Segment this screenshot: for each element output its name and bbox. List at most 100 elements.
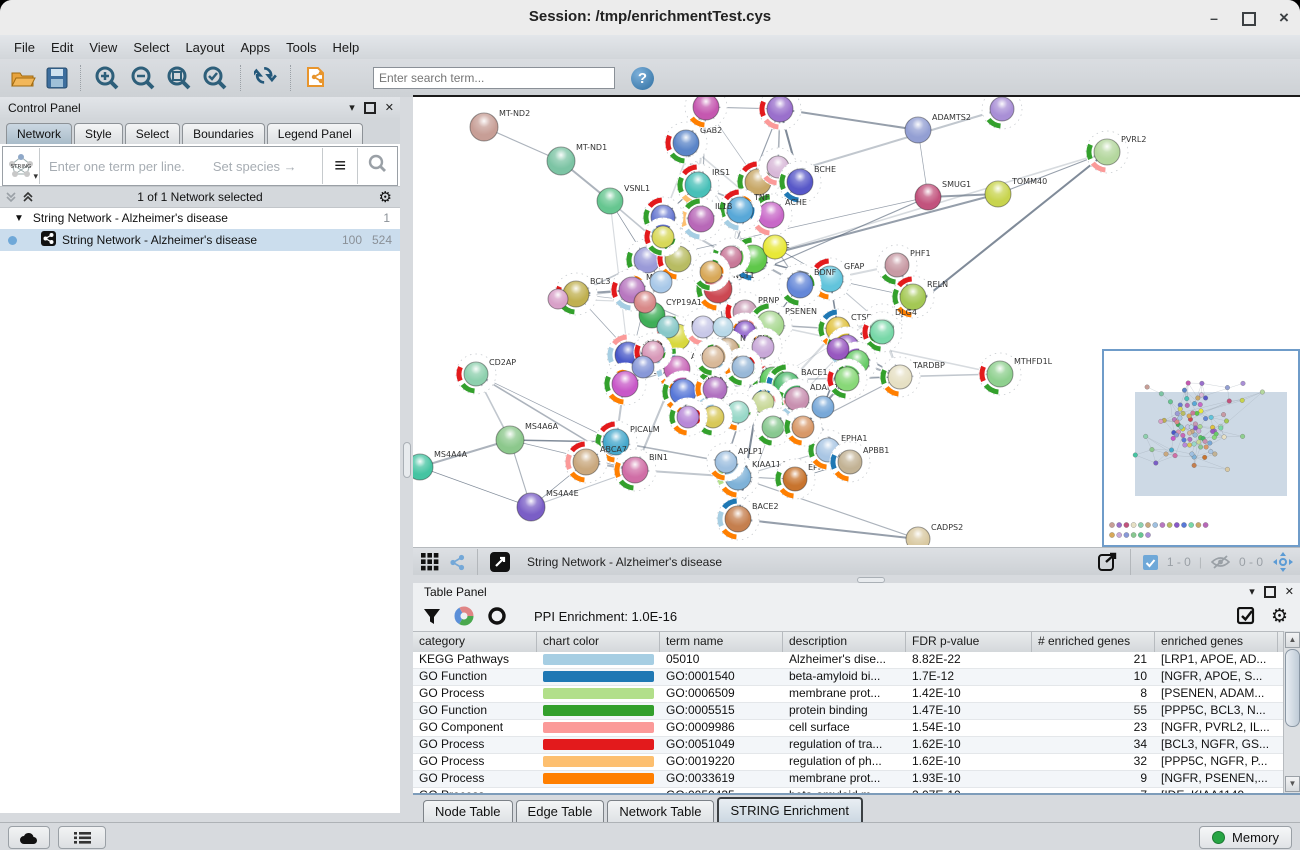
zoom-selected-icon[interactable]: [202, 65, 228, 91]
protein-node-ms4a4a[interactable]: MS4A4A: [413, 450, 468, 480]
column-header-category[interactable]: category: [413, 632, 537, 652]
import-network-icon[interactable]: [304, 65, 330, 91]
close-button[interactable]: ×: [1275, 9, 1293, 27]
open-session-icon[interactable]: [10, 67, 36, 89]
tab-legend-panel[interactable]: Legend Panel: [267, 123, 363, 144]
close-panel-icon[interactable]: ✕: [1285, 583, 1294, 601]
protein-node[interactable]: [632, 356, 654, 378]
tab-boundaries[interactable]: Boundaries: [182, 123, 265, 144]
menu-layout[interactable]: Layout: [177, 38, 232, 57]
float-panel-icon[interactable]: ▾: [349, 97, 355, 119]
zoom-out-icon[interactable]: [130, 65, 156, 91]
protein-node[interactable]: [812, 396, 834, 418]
network-edge[interactable]: [420, 467, 531, 507]
network-edge[interactable]: [738, 519, 918, 539]
float-panel-icon[interactable]: ▾: [1249, 583, 1255, 601]
select-columns-icon[interactable]: [1237, 607, 1256, 626]
enrichment-row[interactable]: GO ProcessGO:0006509membrane prot...1.42…: [413, 686, 1284, 703]
protein-node-mt-nd2[interactable]: MT-ND2: [470, 109, 530, 141]
donut-chart-icon[interactable]: [454, 606, 474, 626]
network-edge[interactable]: [476, 374, 616, 442]
network-options-gear-icon[interactable]: ⚙: [379, 188, 392, 206]
birds-eye-view[interactable]: [1102, 349, 1300, 547]
menu-view[interactable]: View: [81, 38, 125, 57]
ring-chart-icon[interactable]: [487, 606, 507, 626]
open-in-string-icon[interactable]: [490, 552, 510, 572]
enrichment-row[interactable]: GO ProcessGO:0050435beta-amyloid m...2.0…: [413, 788, 1284, 793]
string-protein-query-icon[interactable]: STRING ▾: [3, 148, 40, 184]
enrichment-row[interactable]: GO ComponentGO:0009986cell surface1.54E-…: [413, 720, 1284, 737]
enrichment-row[interactable]: GO ProcessGO:0051049regulation of tra...…: [413, 737, 1284, 754]
protein-node-ms4a4e[interactable]: MS4A4E: [517, 489, 579, 521]
restore-panel-icon[interactable]: [364, 102, 376, 114]
task-history-button[interactable]: [58, 826, 106, 849]
protein-node[interactable]: [634, 291, 656, 313]
table-scrollbar[interactable]: ▲ ▼: [1283, 631, 1300, 793]
grid-view-icon[interactable]: [421, 553, 439, 571]
protein-node-mthfd1l[interactable]: MTHFD1L: [976, 350, 1052, 397]
minimize-button[interactable]: –: [1205, 9, 1223, 27]
protein-node[interactable]: [827, 338, 849, 360]
tab-select[interactable]: Select: [125, 123, 180, 144]
refresh-icon[interactable]: [254, 66, 278, 90]
tab-edge-table[interactable]: Edge Table: [516, 800, 605, 822]
menu-apps[interactable]: Apps: [233, 38, 279, 57]
protein-node-cd2ap[interactable]: CD2AP: [454, 352, 517, 397]
help-icon[interactable]: ?: [631, 67, 654, 90]
memory-button[interactable]: Memory: [1199, 826, 1292, 849]
tab-network[interactable]: Network: [6, 123, 72, 144]
network-row-selected[interactable]: String Network - Alzheimer's disease 100…: [0, 229, 400, 251]
network-view-canvas[interactable]: MT-ND2MT-ND1VSNL1GAB2ADAMTS2PVRL2TOMM40S…: [413, 95, 1300, 547]
scrollbar-thumb[interactable]: [1285, 649, 1300, 727]
protein-node[interactable]: [650, 271, 672, 293]
protein-node[interactable]: [982, 97, 1022, 129]
column-header-chart-color[interactable]: chart color: [537, 632, 660, 652]
search-input[interactable]: [373, 67, 615, 89]
restore-panel-icon[interactable]: [1264, 586, 1276, 598]
network-collection-row[interactable]: ▼ String Network - Alzheimer's disease 1: [0, 207, 400, 229]
menu-select[interactable]: Select: [125, 38, 177, 57]
scroll-up-icon[interactable]: ▲: [1285, 632, 1300, 648]
tab-style[interactable]: Style: [74, 123, 123, 144]
menu-tools[interactable]: Tools: [278, 38, 324, 57]
selected-checkbox-icon[interactable]: [1143, 555, 1158, 570]
share-network-icon[interactable]: [449, 554, 466, 571]
panel-divider[interactable]: [400, 97, 413, 813]
enrichment-row[interactable]: GO ProcessGO:0033619membrane prot...1.93…: [413, 771, 1284, 788]
protein-node-cadps2[interactable]: CADPS2: [906, 523, 963, 545]
divider-grip[interactable]: [403, 442, 411, 478]
horizontal-splitter[interactable]: [413, 575, 1300, 583]
protein-node[interactable]: [756, 97, 803, 133]
close-panel-icon[interactable]: ✕: [385, 97, 394, 119]
query-options-icon[interactable]: ≡: [323, 155, 357, 178]
tab-network-table[interactable]: Network Table: [607, 800, 713, 822]
protein-node-bace2[interactable]: BACE2: [713, 494, 779, 545]
protein-node-tardbp[interactable]: TARDBP: [878, 355, 945, 400]
settings-gear-icon[interactable]: ⚙: [1271, 605, 1288, 628]
scroll-down-icon[interactable]: ▼: [1285, 776, 1300, 792]
cloud-status-button[interactable]: [8, 826, 50, 849]
protein-node-tomm40[interactable]: TOMM40: [985, 177, 1047, 207]
enrichment-row[interactable]: GO FunctionGO:0001540beta-amyloid bi...1…: [413, 669, 1284, 686]
protein-node-pvrl2[interactable]: PVRL2: [1083, 128, 1146, 175]
enrichment-row[interactable]: KEGG Pathways05010Alzheimer's dise...8.8…: [413, 652, 1284, 669]
maximize-button[interactable]: [1240, 9, 1258, 27]
filter-icon[interactable]: [423, 608, 441, 625]
protein-node[interactable]: [763, 235, 787, 259]
column-header-enriched-genes[interactable]: enriched genes: [1155, 632, 1278, 652]
menu-edit[interactable]: Edit: [43, 38, 81, 57]
protein-node-vsnl1[interactable]: VSNL1: [597, 184, 650, 214]
search-icon[interactable]: [358, 154, 397, 178]
save-session-icon[interactable]: [46, 67, 68, 89]
enrichment-row[interactable]: GO ProcessGO:0019220regulation of ph...1…: [413, 754, 1284, 771]
protein-node[interactable]: [548, 289, 568, 309]
zoom-fit-icon[interactable]: [166, 65, 192, 91]
protein-node[interactable]: [694, 338, 732, 376]
export-network-icon[interactable]: [1097, 551, 1119, 573]
tab-node-table[interactable]: Node Table: [423, 800, 513, 822]
birds-eye-toggle-icon[interactable]: [1272, 551, 1294, 573]
protein-node[interactable]: [713, 317, 733, 337]
column-header-FDR-p-value[interactable]: FDR p-value: [906, 632, 1032, 652]
set-species-hint[interactable]: Set species →: [213, 159, 297, 174]
string-query-placeholder[interactable]: Enter one term per line.: [49, 159, 185, 174]
